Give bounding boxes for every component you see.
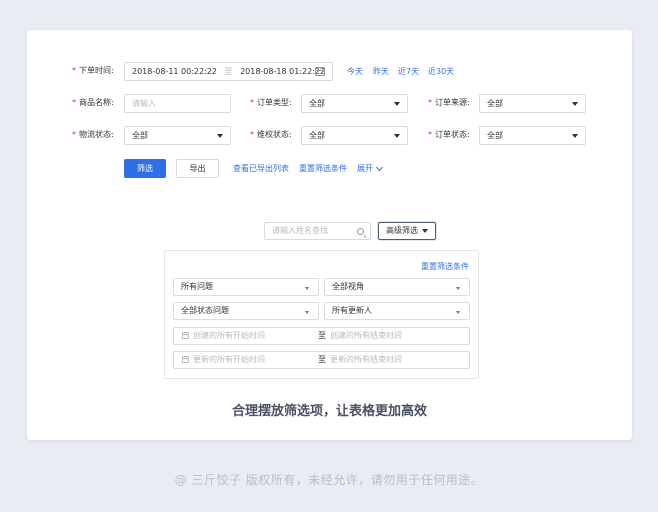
- calendar-icon: [182, 332, 189, 339]
- required-mark: *: [250, 98, 254, 107]
- main-card: * 下单时间: 2018-08-11 00:22:22 至 2018-08-18 …: [27, 30, 632, 440]
- rights-status-label: * 维权状态:: [250, 126, 292, 144]
- order-status-value: 全部: [487, 131, 503, 140]
- chevron-down-icon: [375, 163, 384, 172]
- order-time-range-picker[interactable]: 2018-08-11 00:22:22 至 2018-08-18 01:22:2…: [124, 62, 333, 81]
- order-type-select[interactable]: 全部: [301, 94, 408, 113]
- caret-down-icon: [572, 134, 578, 138]
- created-range-separator: 至: [318, 331, 326, 340]
- required-mark: *: [428, 98, 432, 107]
- order-source-label: * 订单来源:: [428, 94, 470, 112]
- caret-down-icon: [394, 102, 400, 106]
- caret-down-icon: [305, 311, 309, 314]
- order-time-separator: 至: [224, 67, 233, 76]
- order-source-label-text: 订单来源:: [435, 98, 470, 107]
- rights-status-select[interactable]: 全部: [301, 126, 408, 145]
- advanced-filter-label: 高级筛选: [386, 226, 418, 235]
- updated-end-placeholder: 更新的所有结束时间: [330, 355, 402, 364]
- updated-time-range[interactable]: 更新的所有开始时间 至 更新的所有结束时间: [173, 351, 470, 369]
- order-status-select[interactable]: 全部: [479, 126, 586, 145]
- quick-link-today[interactable]: 今天: [347, 65, 363, 79]
- product-name-input[interactable]: 请输入: [124, 94, 231, 113]
- all-issues-select[interactable]: 所有问题: [173, 278, 319, 296]
- caret-down-icon: [217, 134, 223, 138]
- order-time-label: * 下单时间:: [72, 62, 114, 80]
- required-mark: *: [72, 98, 76, 107]
- order-status-label-text: 订单状态:: [435, 130, 470, 139]
- updated-start-placeholder: 更新的所有开始时间: [193, 355, 265, 364]
- order-source-select[interactable]: 全部: [479, 94, 586, 113]
- quick-link-30days[interactable]: 近30天: [428, 65, 454, 79]
- required-mark: *: [250, 130, 254, 139]
- rights-status-label-text: 维权状态:: [257, 130, 292, 139]
- calendar-icon[interactable]: [315, 67, 325, 76]
- order-time-start[interactable]: 2018-08-11 00:22:22: [132, 67, 217, 76]
- caret-down-icon: [572, 102, 578, 106]
- logistics-status-value: 全部: [132, 131, 148, 140]
- order-source-value: 全部: [487, 99, 503, 108]
- logistics-status-label-text: 物流状态:: [79, 130, 114, 139]
- caret-down-icon: [456, 311, 460, 314]
- panel-reset-link[interactable]: 重置筛选条件: [421, 260, 469, 274]
- quick-link-7days[interactable]: 近7天: [398, 65, 419, 79]
- product-name-label-text: 商品名称:: [79, 98, 114, 107]
- logistics-status-label: * 物流状态:: [72, 126, 114, 144]
- quick-link-yesterday[interactable]: 昨天: [373, 65, 389, 79]
- all-issues-value: 所有问题: [181, 282, 213, 291]
- name-search-input[interactable]: 请输入姓名查找: [264, 222, 371, 240]
- created-start-placeholder: 创建的所有开始时间: [193, 331, 265, 340]
- all-updaters-select[interactable]: 所有更新人: [324, 302, 470, 320]
- updated-range-separator: 至: [318, 355, 326, 364]
- order-time-end[interactable]: 2018-08-18 01:22:22: [240, 67, 325, 76]
- created-end-placeholder: 创建的所有结束时间: [330, 331, 402, 340]
- filter-button[interactable]: 筛选: [124, 159, 166, 178]
- expand-link[interactable]: 展开: [357, 162, 384, 176]
- all-views-select[interactable]: 全部视角: [324, 278, 470, 296]
- product-name-placeholder: 请输入: [132, 99, 156, 108]
- all-views-value: 全部视角: [332, 282, 364, 291]
- reset-filters-link[interactable]: 重置筛选条件: [299, 162, 347, 176]
- order-type-label-text: 订单类型:: [257, 98, 292, 107]
- order-type-value: 全部: [309, 99, 325, 108]
- all-status-issues-select[interactable]: 全部状态问题: [173, 302, 319, 320]
- view-exported-link[interactable]: 查看已导出列表: [233, 162, 289, 176]
- created-time-range[interactable]: 创建的所有开始时间 至 创建的所有结束时间: [173, 327, 470, 345]
- rights-status-value: 全部: [309, 131, 325, 140]
- product-name-label: * 商品名称:: [72, 94, 114, 112]
- caret-down-icon: [422, 229, 428, 233]
- required-mark: *: [72, 130, 76, 139]
- caret-down-icon: [456, 287, 460, 290]
- logistics-status-select[interactable]: 全部: [124, 126, 231, 145]
- caret-down-icon: [305, 287, 309, 290]
- expand-link-text: 展开: [357, 164, 373, 173]
- order-time-label-text: 下单时间:: [79, 66, 114, 75]
- order-type-label: * 订单类型:: [250, 94, 292, 112]
- order-status-label: * 订单状态:: [428, 126, 470, 144]
- advanced-filter-button[interactable]: 高级筛选: [378, 222, 436, 240]
- export-button[interactable]: 导出: [176, 159, 219, 178]
- caret-down-icon: [394, 134, 400, 138]
- all-status-issues-value: 全部状态问题: [181, 306, 229, 315]
- copyright-text: @ 三斤饺子 版权所有，未经允许，请勿用于任何用途。: [174, 473, 484, 487]
- calendar-icon: [182, 356, 189, 363]
- search-icon[interactable]: [357, 228, 364, 235]
- all-updaters-value: 所有更新人: [332, 306, 372, 315]
- name-search-placeholder: 请输入姓名查找: [272, 226, 328, 235]
- required-mark: *: [72, 66, 76, 75]
- caption-text: 合理摆放筛选项，让表格更加高效: [231, 404, 427, 419]
- advanced-filter-panel: 重置筛选条件 所有问题 全部视角 全部状态问题 所有更新人 创建的所有开始时间 …: [164, 250, 479, 379]
- required-mark: *: [428, 130, 432, 139]
